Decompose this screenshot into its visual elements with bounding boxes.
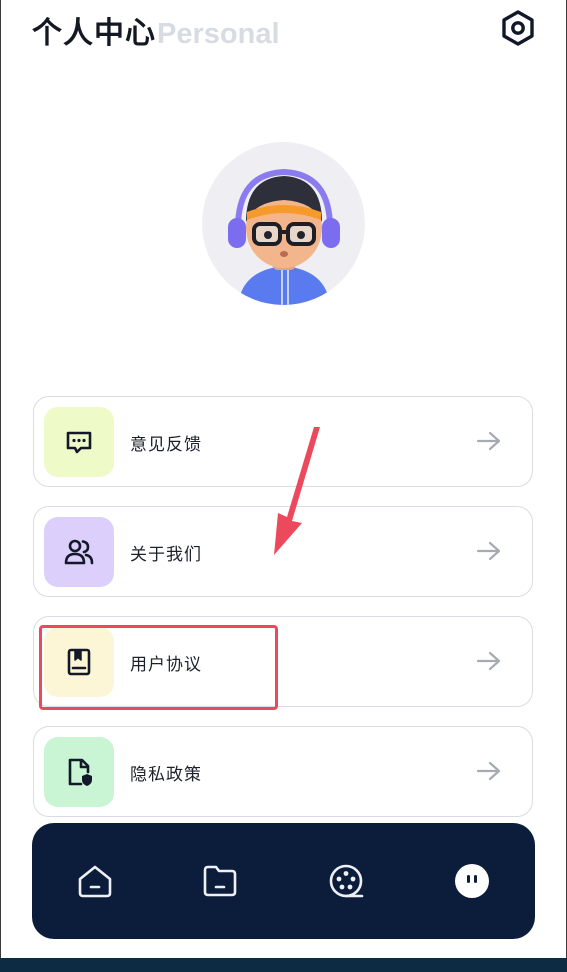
page-header: 个人中心 Personal [32,8,280,51]
arrow-right-icon [476,651,501,671]
page-subtitle: Personal [157,18,280,50]
settings-button[interactable] [499,9,537,47]
file-shield-icon [68,758,92,786]
gear-hex-icon [502,10,534,46]
tab-folder[interactable] [198,859,242,903]
bottom-tab-bar [32,823,535,939]
page-title: 个人中心 [32,16,156,51]
tab-home[interactable] [73,859,117,903]
menu-icon-box [44,517,114,587]
tab-media[interactable] [324,859,368,903]
menu-item-privacy-policy[interactable]: 隐私政策 [33,726,533,817]
users-icon [64,539,94,565]
menu-item-label: 关于我们 [130,545,202,565]
menu-item-label: 意见反馈 [130,435,202,455]
menu-icon-box [44,407,114,477]
arrow-right-icon [476,541,501,561]
annotation-highlight-box [39,625,278,710]
annotation-arrow-icon [274,427,320,555]
system-bottom-strip [0,958,567,972]
menu-icon-box [44,737,114,807]
profile-face-icon [455,864,489,898]
avatar[interactable] [202,142,365,305]
arrow-right-icon [476,431,501,451]
home-icon [78,865,112,898]
message-dots-icon [66,431,92,454]
frame-edge-left [0,0,1,960]
arrow-right-icon [476,761,501,781]
menu-item-label: 隐私政策 [130,765,202,785]
film-reel-icon [329,864,364,898]
folder-icon [203,865,237,897]
avatar-character-icon [228,168,340,305]
tab-profile[interactable] [450,859,494,903]
personal-center-screen: 个人中心 Personal 意见反馈 关于我们 用户协议 隐私政策 [0,0,567,972]
